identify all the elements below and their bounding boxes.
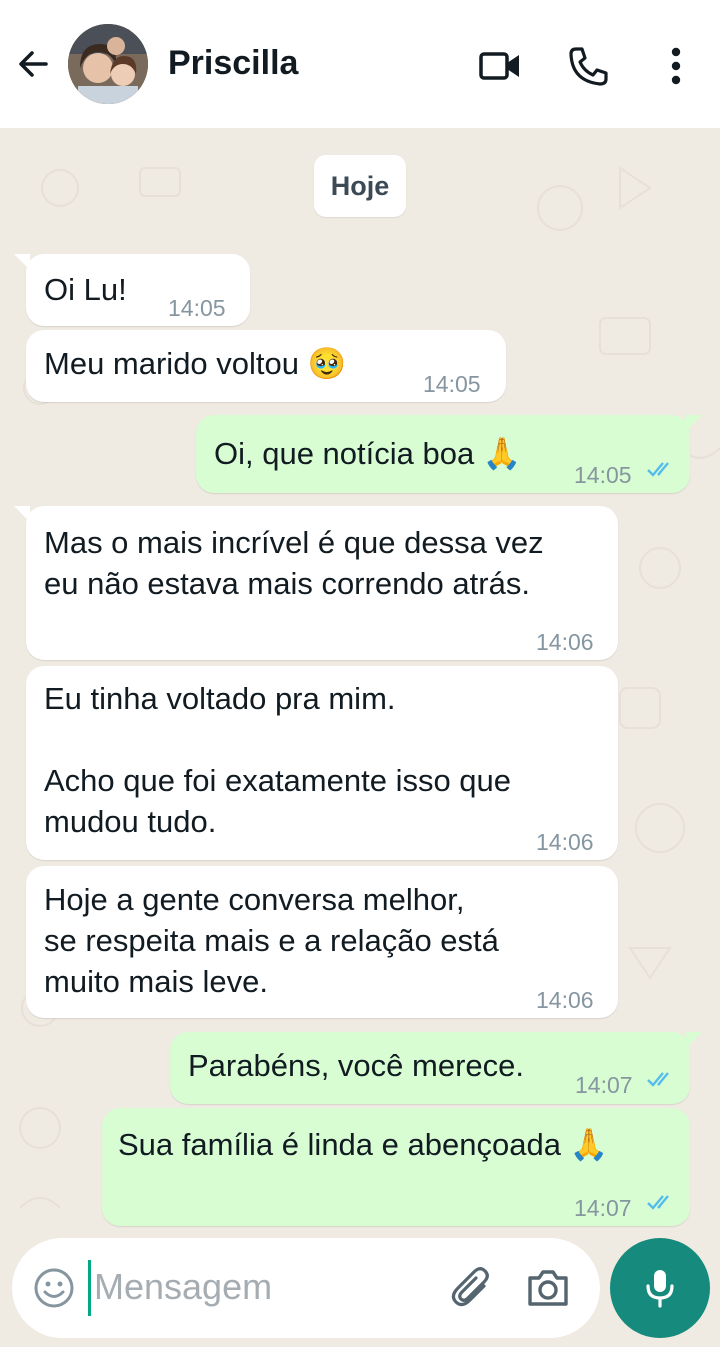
message-text: Sua família é linda e abençoada 🙏	[118, 1127, 609, 1162]
message-text: Oi Lu!	[44, 272, 127, 307]
contact-avatar[interactable]	[68, 24, 148, 104]
message-time: 14:07	[575, 1072, 633, 1098]
microphone-icon	[646, 1270, 674, 1308]
paperclip-icon[interactable]	[448, 1264, 496, 1312]
read-receipt-icon	[647, 462, 669, 477]
message-bubble-incoming[interactable]: Mas o mais incrível é que dessa vez eu n…	[14, 506, 618, 660]
message-time: 14:06	[536, 829, 594, 855]
message-text: Mas o mais incrível é que dessa vez eu n…	[44, 525, 544, 601]
message-text: Oi, que notícia boa 🙏	[214, 436, 522, 471]
message-time: 14:06	[536, 987, 594, 1013]
message-bubble-incoming[interactable]: Eu tinha voltado pra mim. Acho que foi e…	[26, 666, 618, 860]
date-separator: Hoje	[314, 155, 406, 217]
message-time: 14:05	[168, 295, 226, 321]
voice-message-button[interactable]	[610, 1238, 710, 1338]
message-time: 14:05	[574, 462, 632, 488]
avatar-photo	[68, 24, 148, 104]
more-options-button[interactable]	[654, 44, 698, 88]
message-bubble-incoming[interactable]: Hoje a gente conversa melhor, se respeit…	[26, 866, 618, 1018]
text-cursor	[88, 1260, 91, 1316]
message-bubble-incoming[interactable]: Meu marido voltou 🥹 14:05	[26, 330, 506, 402]
read-receipt-icon	[647, 1072, 669, 1087]
contact-name[interactable]: Priscilla	[168, 44, 298, 83]
message-bubble-outgoing[interactable]: Sua família é linda e abençoada 🙏 14:07	[102, 1108, 690, 1226]
message-bubble-incoming[interactable]: Oi Lu! 14:05	[14, 254, 250, 326]
more-vertical-icon	[671, 47, 681, 85]
message-text: Hoje a gente conversa melhor, se respeit…	[44, 882, 499, 999]
message-text: Parabéns, você merece.	[188, 1048, 525, 1083]
read-receipt-icon	[647, 1195, 669, 1210]
smiley-icon[interactable]	[32, 1266, 76, 1310]
message-time: 14:06	[536, 629, 594, 655]
video-call-button[interactable]	[478, 44, 522, 88]
message-text: Eu tinha voltado pra mim. Acho que foi e…	[44, 681, 512, 839]
message-time: 14:07	[574, 1195, 632, 1221]
message-input[interactable]: Mensagem	[94, 1266, 272, 1308]
message-time: 14:05	[423, 371, 481, 397]
phone-icon	[569, 47, 608, 86]
voice-call-button[interactable]	[566, 44, 610, 88]
chat-header: Priscilla	[0, 0, 720, 128]
message-text: Meu marido voltou 🥹	[44, 346, 347, 381]
message-composer[interactable]: Mensagem	[12, 1238, 600, 1338]
video-camera-icon	[479, 52, 519, 80]
message-bubble-outgoing[interactable]: Oi, que notícia boa 🙏 14:05	[196, 415, 702, 493]
message-bubble-outgoing[interactable]: Parabéns, você merece. 14:07	[170, 1032, 702, 1104]
camera-icon[interactable]	[524, 1264, 572, 1312]
back-button[interactable]	[14, 44, 54, 84]
arrow-left-icon	[19, 51, 48, 77]
